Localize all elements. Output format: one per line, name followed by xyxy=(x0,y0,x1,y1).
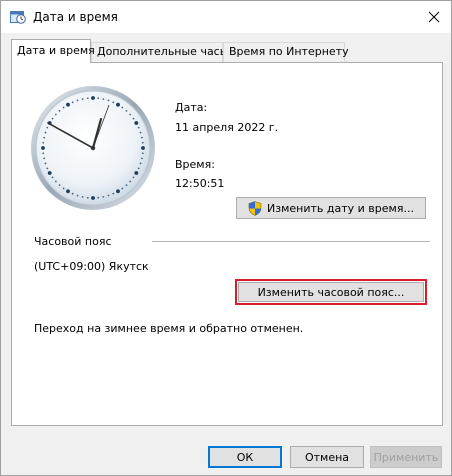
clock-minute-tick xyxy=(46,126,49,129)
tab-date-time[interactable]: Дата и время xyxy=(11,39,95,63)
clock-hour-tick xyxy=(134,171,139,175)
clock-minute-tick xyxy=(141,136,143,139)
clock-minute-tick xyxy=(54,180,57,183)
clock-hour-tick xyxy=(91,196,95,200)
clock-minute-tick xyxy=(102,196,105,198)
title-bar: Дата и время xyxy=(1,1,451,33)
uac-shield-icon xyxy=(248,200,262,216)
window-title: Дата и время xyxy=(33,10,118,24)
time-label: Время: xyxy=(175,158,215,171)
clock-hour-tick xyxy=(134,121,139,125)
clock-calendar-icon xyxy=(10,10,26,24)
clock-minute-tick xyxy=(125,184,128,187)
clock-minute-tick xyxy=(112,101,115,104)
tab-panel: Дата: 11 апреля 2022 г. Время: 12:50:51 … xyxy=(11,62,443,426)
clock-minute-tick xyxy=(139,162,142,165)
clock-minute-tick xyxy=(58,109,61,112)
close-button[interactable] xyxy=(419,3,449,31)
close-icon xyxy=(428,11,440,23)
clock-minute-tick xyxy=(129,180,132,183)
clock-minute-tick xyxy=(107,99,110,102)
clock-minute-tick xyxy=(44,162,47,165)
clock-minute-tick xyxy=(62,187,65,190)
clock-minute-tick xyxy=(71,192,74,195)
clock-minute-tick xyxy=(86,97,89,100)
date-label: Дата: xyxy=(175,101,208,114)
clock-minute-tick xyxy=(139,131,142,134)
clock-minute-tick xyxy=(51,176,54,179)
clock-minute-tick xyxy=(121,106,124,109)
clock-minute-tick xyxy=(121,187,124,190)
clock-minute-tick xyxy=(71,101,74,104)
clock-minute-tick xyxy=(132,176,135,179)
clock-minute-tick xyxy=(137,126,140,129)
clock-minute-tick xyxy=(141,157,143,160)
clock-hour-tick xyxy=(66,102,70,107)
clock-hour-tick xyxy=(116,189,120,194)
clock-minute-tick xyxy=(58,184,61,187)
clock-minute-tick xyxy=(125,109,128,112)
apply-button[interactable]: Применить xyxy=(370,446,442,468)
clock-hour-tick xyxy=(91,96,95,100)
change-timezone-button[interactable]: Изменить часовой пояс... xyxy=(235,279,427,305)
clock-minute-tick xyxy=(43,136,45,139)
tab-additional-clocks[interactable]: Дополнительные часы xyxy=(91,42,228,62)
clock-minute-tick xyxy=(62,106,65,109)
timezone-value: (UTC+09:00) Якутск xyxy=(34,260,149,273)
clock-minute-tick xyxy=(43,157,45,160)
clock-hour-tick xyxy=(141,146,145,150)
clock-minute-tick xyxy=(42,141,45,144)
clock-minute-tick xyxy=(132,117,135,120)
timezone-section-label: Часовой пояс xyxy=(34,235,112,248)
clock-minute-tick xyxy=(76,99,79,102)
clock-minute-tick xyxy=(102,98,105,100)
change-date-time-button[interactable]: Изменить дату и время... xyxy=(236,197,426,219)
clock-minute-tick xyxy=(42,152,45,155)
clock-minute-tick xyxy=(76,194,79,197)
cancel-button[interactable]: Отмена xyxy=(290,446,364,468)
dst-note: Переход на зимнее время и обратно отмене… xyxy=(34,322,304,335)
clock-minute-tick xyxy=(107,194,110,197)
time-value: 12:50:51 xyxy=(175,177,225,190)
change-date-time-label: Изменить дату и время... xyxy=(267,201,414,215)
clock-minute-tick xyxy=(54,113,57,116)
timezone-divider xyxy=(152,241,430,242)
clock-minute-tick xyxy=(141,141,144,144)
clock-minute-tick xyxy=(86,196,89,199)
clock-minute-tick xyxy=(97,196,100,199)
analog-clock xyxy=(31,86,155,210)
clock-minute-tick xyxy=(44,131,47,134)
clock-minute-tick xyxy=(112,192,115,195)
clock-hour-tick xyxy=(41,146,45,150)
tab-internet-time[interactable]: Время по Интернету xyxy=(223,42,349,62)
clock-minute-tick xyxy=(46,167,49,170)
date-time-dialog: Дата и время Дата и время Дополнительные… xyxy=(0,0,452,476)
clock-hour-tick xyxy=(116,102,120,107)
clock-minute-tick xyxy=(81,98,84,100)
clock-minute-tick xyxy=(137,167,140,170)
ok-button[interactable]: ОК xyxy=(208,446,282,468)
clock-minute-tick xyxy=(141,152,144,155)
date-value: 11 апреля 2022 г. xyxy=(175,121,279,134)
clock-minute-tick xyxy=(51,117,54,120)
clock-minute-tick xyxy=(81,196,84,198)
clock-minute-tick xyxy=(97,97,100,100)
clock-minute-tick xyxy=(129,113,132,116)
clock-hour-tick xyxy=(66,189,70,194)
clock-hour-tick xyxy=(47,171,52,175)
